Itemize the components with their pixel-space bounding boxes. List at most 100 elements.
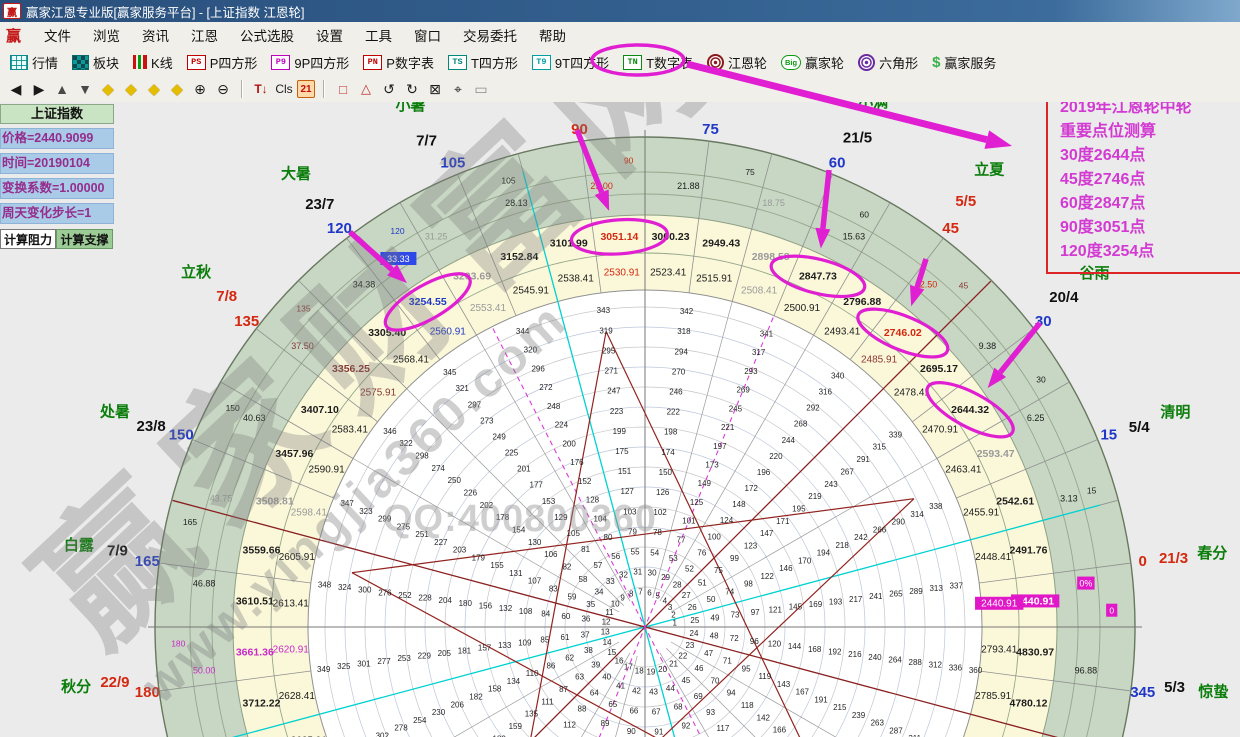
svg-text:109: 109 [518,638,532,647]
svg-text:46: 46 [695,664,704,673]
svg-text:80: 80 [604,533,613,542]
calc-resistance-button[interactable]: 计算阻力 [0,229,56,249]
svg-text:73: 73 [731,611,740,620]
screen-button[interactable]: ▭ [471,79,491,99]
tool-t-square-button[interactable]: TST四方形 [442,51,524,74]
zoom-out-button[interactable]: ⊖ [213,79,233,99]
triangle-tool-button[interactable]: △ [356,79,376,99]
pan-up-button[interactable]: ◆ [144,79,164,99]
menu-settings[interactable]: 设置 [305,22,354,48]
svg-text:338: 338 [929,502,943,511]
rotate-ccw-button[interactable]: ↺ [379,79,399,99]
svg-text:290: 290 [892,518,906,527]
delete-box-button[interactable]: ⊠ [425,79,445,99]
svg-text:36: 36 [581,615,590,624]
svg-text:245: 245 [729,404,743,413]
tool-t-table-button[interactable]: TNT数字表 [617,51,699,74]
svg-text:65: 65 [608,700,617,709]
svg-text:51: 51 [698,579,707,588]
svg-text:324: 324 [338,583,352,592]
svg-text:117: 117 [717,724,730,733]
menu-gann[interactable]: 江恩 [180,22,229,48]
menu-window[interactable]: 窗口 [403,22,452,48]
svg-text:205: 205 [438,649,452,658]
svg-text:3.13: 3.13 [1060,493,1078,503]
svg-text:150: 150 [226,403,240,413]
tool-sectors-button[interactable]: 板块 [66,51,125,74]
pan-right-button[interactable]: ◆ [121,79,141,99]
menu-file[interactable]: 文件 [33,22,82,48]
svg-text:40: 40 [602,672,611,681]
tool-quotes-button[interactable]: 行情 [4,51,64,74]
menu-trade-entrust[interactable]: 交易委托 [452,22,528,48]
svg-text:45: 45 [959,280,969,290]
tool-winner-service-button[interactable]: $赢家服务 [926,51,1002,74]
rotate-cw-button[interactable]: ↻ [402,79,422,99]
pan-left-button[interactable]: ◆ [98,79,118,99]
pan-down-button[interactable]: ◆ [167,79,187,99]
menu-tools[interactable]: 工具 [354,22,403,48]
svg-text:52: 52 [685,565,694,574]
svg-text:2593.47: 2593.47 [977,448,1015,460]
tool-winner-wheel-button[interactable]: Big赢家轮 [775,51,850,74]
svg-text:293: 293 [744,367,758,376]
svg-text:272: 272 [539,383,553,392]
svg-text:120: 120 [768,640,782,649]
svg-text:246: 246 [669,388,683,397]
tool-gann-wheel-button[interactable]: 江恩轮 [701,51,773,74]
svg-text:217: 217 [849,595,863,604]
svg-text:134: 134 [507,677,521,686]
cls-button[interactable]: Cls [274,79,294,99]
rect-tool-button[interactable]: □ [333,79,353,99]
rotate-up-button[interactable]: ▲ [52,79,72,99]
symbol-name: 上证指数 [0,104,114,124]
tool-hexagon-button[interactable]: 六角形 [852,51,924,74]
menu-formula-picker[interactable]: 公式选股 [229,22,305,48]
price-time-button[interactable]: T↓ [251,79,271,99]
svg-text:2440.91: 2440.91 [981,598,1018,609]
svg-text:7/9: 7/9 [107,542,128,559]
svg-text:180: 180 [171,638,185,648]
svg-text:216: 216 [848,650,862,659]
title-bar: 赢 赢家江恩专业版[赢家服务平台] - [上证指数 江恩轮] [0,0,1240,22]
crosshair-button[interactable]: ⌖ [448,79,468,99]
svg-text:2523.41: 2523.41 [650,267,687,278]
zoom-in-button[interactable]: ⊕ [190,79,210,99]
svg-text:221: 221 [721,423,735,432]
svg-text:93: 93 [706,708,715,717]
menu-browse[interactable]: 浏览 [82,22,131,48]
svg-text:95: 95 [742,664,751,673]
svg-text:264: 264 [888,655,902,664]
svg-text:64: 64 [590,689,599,698]
tool-p-table-button[interactable]: PNP数字表 [357,51,440,74]
svg-text:276: 276 [378,588,392,597]
tool-p-square-button[interactable]: PSP四方形 [181,51,264,74]
tool-9p-square-button[interactable]: P99P四方形 [265,51,355,74]
svg-text:349: 349 [317,665,331,674]
svg-text:340: 340 [831,371,845,380]
rotate-down-button[interactable]: ▼ [75,79,95,99]
svg-text:215: 215 [833,703,847,712]
svg-text:345: 345 [1130,684,1155,701]
calendar-button[interactable]: 21 [297,80,315,98]
svg-text:3: 3 [668,603,673,612]
svg-text:32: 32 [619,571,628,580]
calc-support-button[interactable]: 计算支撑 [56,229,113,249]
menu-help[interactable]: 帮助 [528,22,577,48]
svg-text:103: 103 [623,507,637,516]
svg-text:273: 273 [480,416,494,425]
svg-text:28: 28 [673,581,682,590]
tool-9t-square-button[interactable]: T99T四方形 [526,51,615,74]
svg-text:196: 196 [757,468,771,477]
svg-text:277: 277 [377,657,391,666]
menu-news[interactable]: 资讯 [131,22,180,48]
svg-text:53: 53 [669,554,678,563]
tool-kline-button[interactable]: K线 [127,51,179,74]
svg-text:74: 74 [725,587,734,596]
next-button[interactable]: ▶ [29,79,49,99]
svg-text:68: 68 [674,703,683,712]
svg-text:处暑: 处暑 [99,402,130,420]
svg-text:立夏: 立夏 [974,161,1005,179]
svg-text:343: 343 [597,306,611,315]
prev-button[interactable]: ◀ [6,79,26,99]
